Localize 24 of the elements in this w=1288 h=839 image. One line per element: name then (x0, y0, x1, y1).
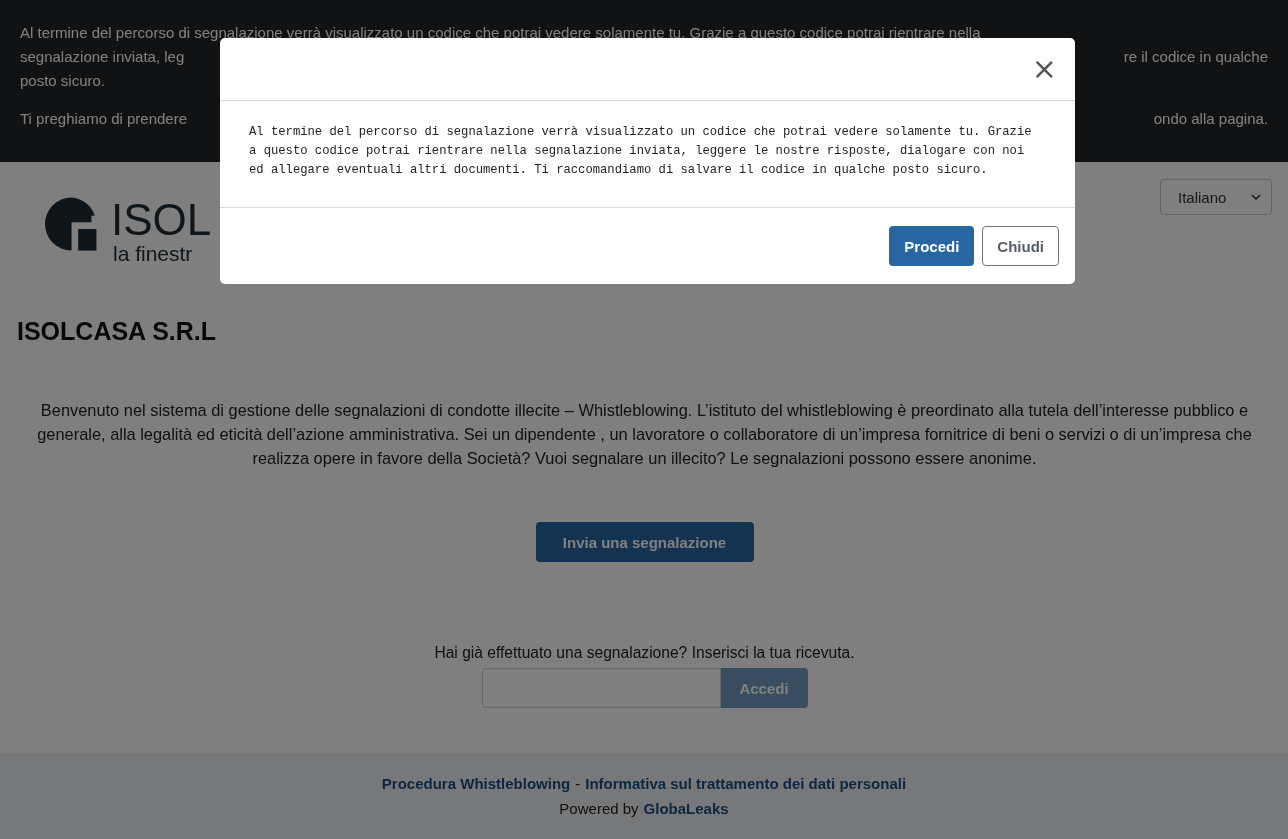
notice-text: segnalazione inviata, leg (20, 47, 185, 67)
separator-text: - (575, 775, 581, 792)
close-button[interactable]: × (1027, 54, 1061, 84)
submit-report-button[interactable]: Invia una segnalazione (535, 522, 754, 562)
language-select[interactable]: Italiano (1160, 179, 1272, 215)
close-dialog-button[interactable]: Chiudi (982, 226, 1059, 266)
notice-text: ondo alla pagina. (1153, 109, 1268, 129)
modal-text: Al termine del percorso di segnalazione verrà visualizzato un codice che potrai vedere solamente tu. Grazie a questo codice potrai rientrare nella segnalazione inviata, leggere le nostre risposte, dialogare con noi ed allegare eventuali altri documenti. Ti raccomandiamo di salvare il codice in qualche posto sicuro. (249, 124, 1033, 179)
footer-link[interactable]: Informativa sul trattamento dei dati personali (585, 775, 907, 792)
footer-link[interactable]: Procedura Whistleblowing (381, 775, 571, 792)
receipt-prompt: Hai già effettuato una segnalazione? Inserisci la tua ricevuta. (434, 644, 855, 662)
logo-tagline: la finestr (113, 243, 193, 265)
intro-paragraph: Benvenuto nel sistema di gestione delle segnalazioni di condotte illecite – Whistleblowing. L’istituto del whistleblowing è preordinato alla tutela dell’interesse pubblico e generale, alla legalità ed eticità dell’azione amministrativa. Sei un dipendente , un lavoratore o collaboratore di un’impresa fornitrice di beni o servizi o di un’impresa che realizza opere in favore della Società? Vuoi segnalare un illecito? Le segnalazioni possono essere anonime. (36, 400, 1253, 469)
notice-text: re il codice in qualche (1123, 47, 1268, 67)
logo-text: ISOL (111, 197, 212, 243)
notice-text: Al termine del percorso di segnalazione verrà visualizzato un codice che potrai vedere solamente tu. Grazie a questo codice potrai rientrare nella (20, 23, 981, 43)
receipt-input-field[interactable] (481, 668, 721, 708)
notice-text: posto sicuro. (20, 71, 106, 91)
powered-by-text: Powered by (559, 800, 639, 817)
proceed-button[interactable]: Procedi (889, 226, 975, 266)
company-title: ISOLCASA S.R.L (17, 317, 218, 346)
globaleaks-link[interactable]: GlobaLeaks (643, 800, 729, 817)
chevron-icon (1251, 194, 1261, 200)
notice-text: Ti preghiamo di prendere (20, 109, 188, 129)
